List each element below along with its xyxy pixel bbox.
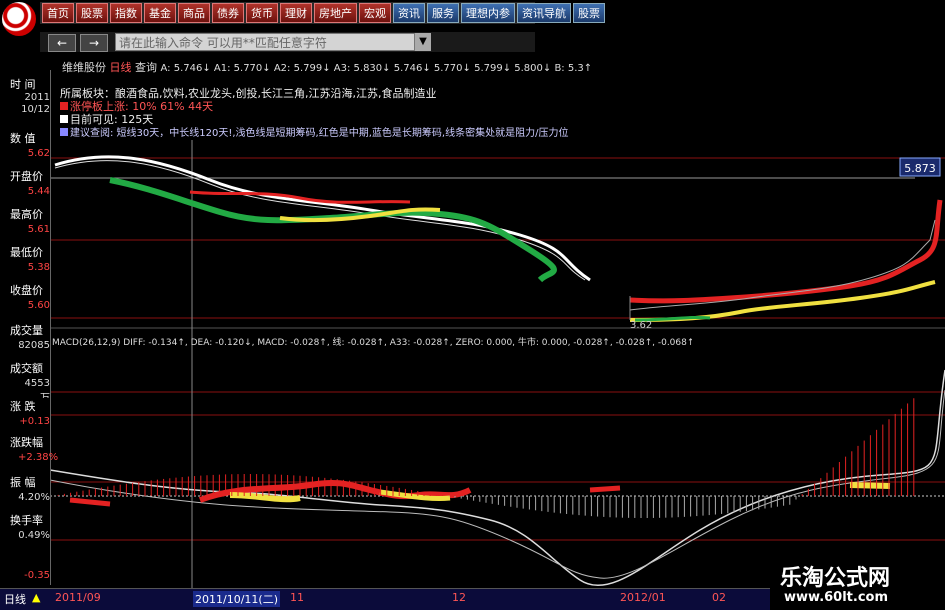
value-turnover: 0.49% <box>18 530 50 541</box>
chart-period: 日线 <box>109 61 132 74</box>
label-change: 涨 跌 <box>10 398 50 414</box>
stock-name: 维维股份 <box>62 61 106 74</box>
macd-lines <box>50 369 945 586</box>
command-input[interactable]: 请在此输入命令 可以用**匹配任意字符 <box>115 33 415 51</box>
toolbar-button-4[interactable]: 商品 <box>178 3 210 23</box>
top-toolbar: 首页 股票 指数 基金 商品 债券 货币 理财 房地产 宏观 资讯 服务 理想内参 资讯导航 股票 <box>40 2 605 24</box>
toolbar-button-2[interactable]: 指数 <box>110 3 142 23</box>
date-label-2: 11 <box>290 591 304 604</box>
chart-header: 维维股份 日线 查询 A: 5.746↓ A1: 5.770↓ A2: 5.79… <box>62 59 592 75</box>
macd-header: MACD(26,12,9) DIFF: -0.134↑, DEA: -0.120… <box>52 338 692 348</box>
chevron-down-icon[interactable]: ▼ <box>415 33 431 51</box>
toolbar-button-10[interactable]: 资讯 <box>393 3 425 23</box>
period-label[interactable]: 日线 <box>4 591 26 607</box>
date-label-4: 2012/01 <box>620 591 666 604</box>
label-change-pct: 涨跌幅 <box>10 434 50 450</box>
value-volume: 82085 <box>18 340 50 351</box>
value-change-pct: +2.38% <box>18 452 59 463</box>
label-open: 开盘价 <box>10 168 50 184</box>
quote-panel: 时 间 2011 10/12 数 值 5.62 开盘价 5.44 最高价 5.6… <box>0 70 59 585</box>
info-line-4-text: 建议查阅: 短线30天，中长线120天!,浅色线是短期筹码,红色是中期,蓝色是长… <box>70 128 569 139</box>
toolbar-button-7[interactable]: 理财 <box>280 3 312 23</box>
watermark-url: www.60lt.com <box>784 590 889 605</box>
label-value: 数 值 <box>10 130 50 146</box>
label-turnover: 换手率 <box>10 512 50 528</box>
value-low: 5.38 <box>27 262 50 273</box>
chart-area <box>50 140 945 588</box>
date-label-0: 2011/09 <box>55 591 101 604</box>
toolbar-button-1[interactable]: 股票 <box>76 3 108 23</box>
app-logo <box>2 2 36 36</box>
value-amplitude: 4.20% <box>18 492 50 503</box>
toolbar-button-9[interactable]: 宏观 <box>359 3 391 23</box>
toolbar-button-12[interactable]: 理想内参 <box>461 3 515 23</box>
chart-mode: 查询 <box>135 61 157 74</box>
value-change: +0.13 <box>19 416 50 427</box>
label-volume: 成交量 <box>10 322 50 338</box>
label-amplitude: 振 幅 <box>10 474 50 490</box>
label-time: 时 间 <box>10 76 50 92</box>
value-time-date: 10/12 <box>21 104 50 115</box>
value-time-year: 2011 <box>24 92 50 103</box>
toolbar-button-13[interactable]: 资讯导航 <box>517 3 571 23</box>
value-high: 5.61 <box>27 224 50 235</box>
forward-button[interactable]: → <box>80 34 108 52</box>
label-amount: 成交额 <box>10 360 50 376</box>
ma-values: A: 5.746↓ A1: 5.770↓ A2: 5.799↓ A3: 5.83… <box>160 63 593 74</box>
value-bottom: -0.35 <box>24 570 50 581</box>
watermark: 乐淘公式网 www.60lt.com <box>770 556 945 609</box>
chip-distribution-bands <box>54 155 943 322</box>
warning-icon: ▲ <box>32 591 41 604</box>
label-low: 最低价 <box>10 244 50 260</box>
toolbar-button-14[interactable]: 股票 <box>573 3 605 23</box>
date-label-5: 02 <box>712 591 726 604</box>
time-axis-bar: 日线 ▲ 2011/09 2011/10/11(二) 11 12 2012/01… <box>0 588 770 610</box>
date-label-1: 2011/10/11(二) <box>193 591 280 607</box>
value-open: 5.44 <box>27 186 50 197</box>
toolbar-button-0[interactable]: 首页 <box>42 3 74 23</box>
toolbar-button-3[interactable]: 基金 <box>144 3 176 23</box>
value-close: 5.60 <box>27 300 50 311</box>
label-high: 最高价 <box>10 206 50 222</box>
toolbar-button-11[interactable]: 服务 <box>427 3 459 23</box>
price-tag: 5.873 <box>904 162 936 175</box>
value-value: 5.62 <box>27 148 50 159</box>
date-label-3: 12 <box>452 591 466 604</box>
watermark-title: 乐淘公式网 <box>780 565 891 591</box>
toolbar-button-5[interactable]: 债券 <box>212 3 244 23</box>
info-line-4: 建议查阅: 短线30天，中长线120天!,浅色线是短期筹码,红色是中期,蓝色是长… <box>60 124 568 139</box>
back-button[interactable]: ← <box>48 34 76 52</box>
toolbar-button-8[interactable]: 房地产 <box>314 3 357 23</box>
low-price-tag: 3.62 <box>630 320 653 331</box>
label-close: 收盘价 <box>10 282 50 298</box>
toolbar-button-6[interactable]: 货币 <box>246 3 278 23</box>
